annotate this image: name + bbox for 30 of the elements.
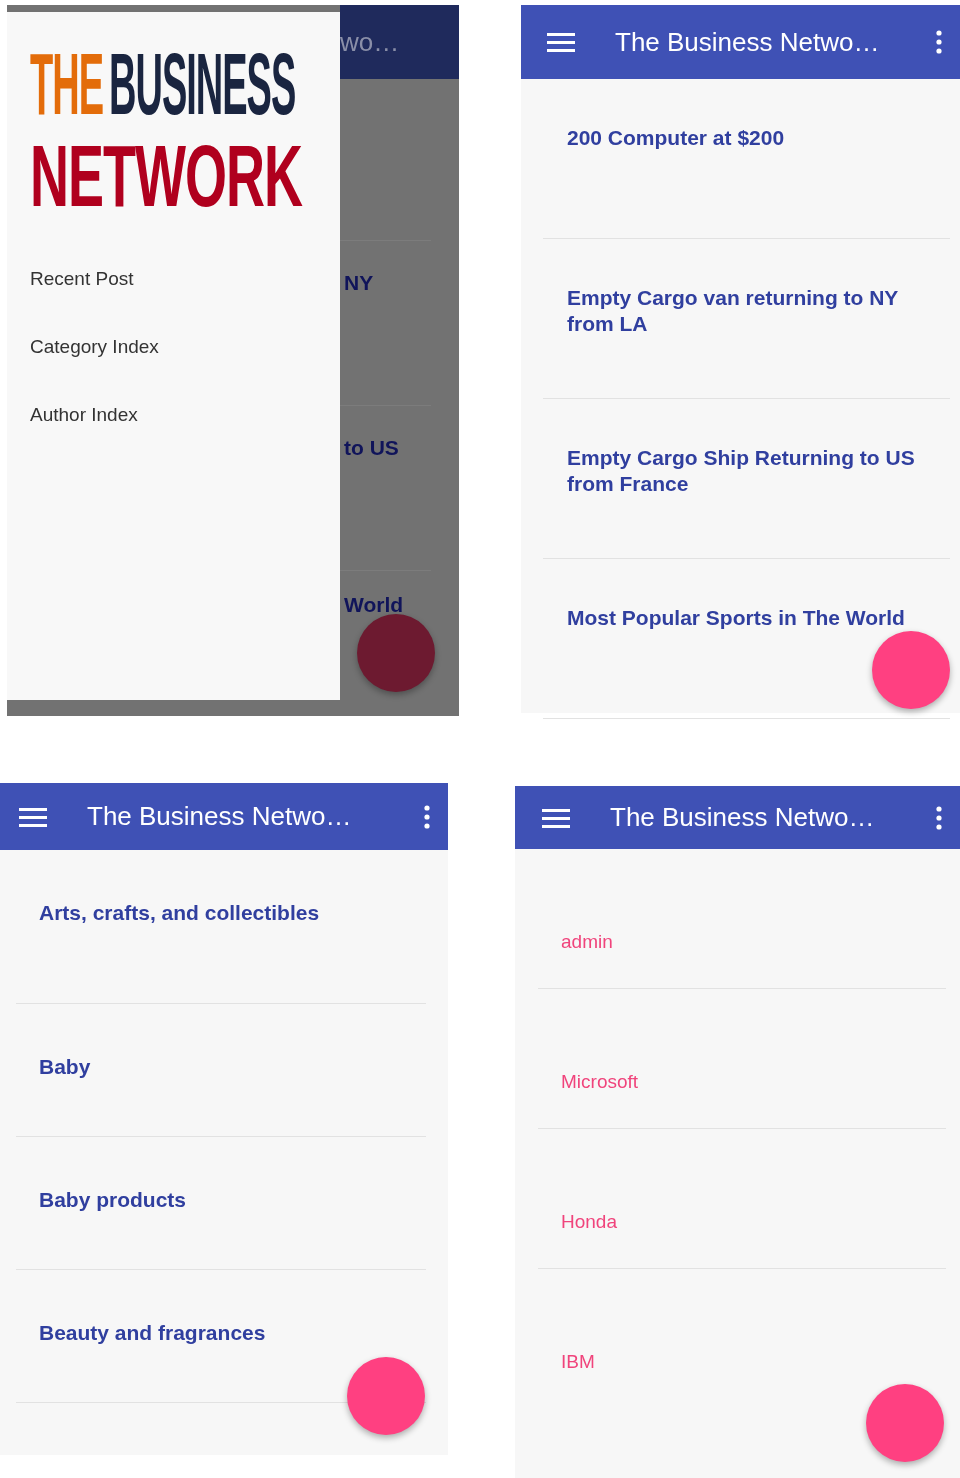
more-options-icon[interactable] — [424, 804, 430, 829]
post-title[interactable]: Most Popular Sports in The World — [567, 605, 930, 631]
post-title[interactable]: 200 Computer at $200 — [567, 125, 930, 151]
app-title: The Business Netwo… — [610, 802, 876, 833]
category-name[interactable]: Arts, crafts, and collectibles — [39, 901, 320, 924]
menu-icon[interactable] — [547, 31, 575, 53]
more-options-icon[interactable] — [936, 30, 942, 54]
category-name[interactable]: Beauty and fragrances — [39, 1321, 266, 1344]
drawer-menu-item[interactable]: Recent Post — [30, 268, 134, 290]
category-name[interactable]: Baby — [39, 1055, 91, 1078]
app-title: The Business Netwo… — [615, 26, 881, 58]
app-title: wo… — [340, 26, 400, 58]
drawer-menu-item[interactable]: Author Index — [30, 404, 138, 426]
post-title: to US — [344, 436, 399, 459]
floating-action-button[interactable] — [872, 631, 950, 709]
app-title: The Business Netwo… — [87, 801, 353, 832]
floating-action-button[interactable] — [866, 1384, 944, 1462]
logo-word: BUSINESS — [109, 40, 296, 128]
post-title: World — [344, 593, 404, 616]
menu-icon[interactable] — [542, 806, 570, 829]
logo-word: THE — [30, 40, 103, 128]
post-title[interactable]: Empty Cargo Ship Returning to US from France — [567, 445, 930, 497]
post-title: NY — [344, 271, 374, 294]
floating-action-button[interactable] — [347, 1357, 425, 1435]
more-options-icon[interactable] — [936, 805, 942, 830]
category-name[interactable]: Baby products — [39, 1188, 187, 1211]
menu-icon[interactable] — [19, 805, 47, 828]
post-title[interactable]: Empty Cargo van returning to NY from LA — [567, 285, 930, 337]
drawer-menu-item[interactable]: Category Index — [30, 336, 159, 358]
logo-word: NETWORK — [30, 132, 302, 219]
